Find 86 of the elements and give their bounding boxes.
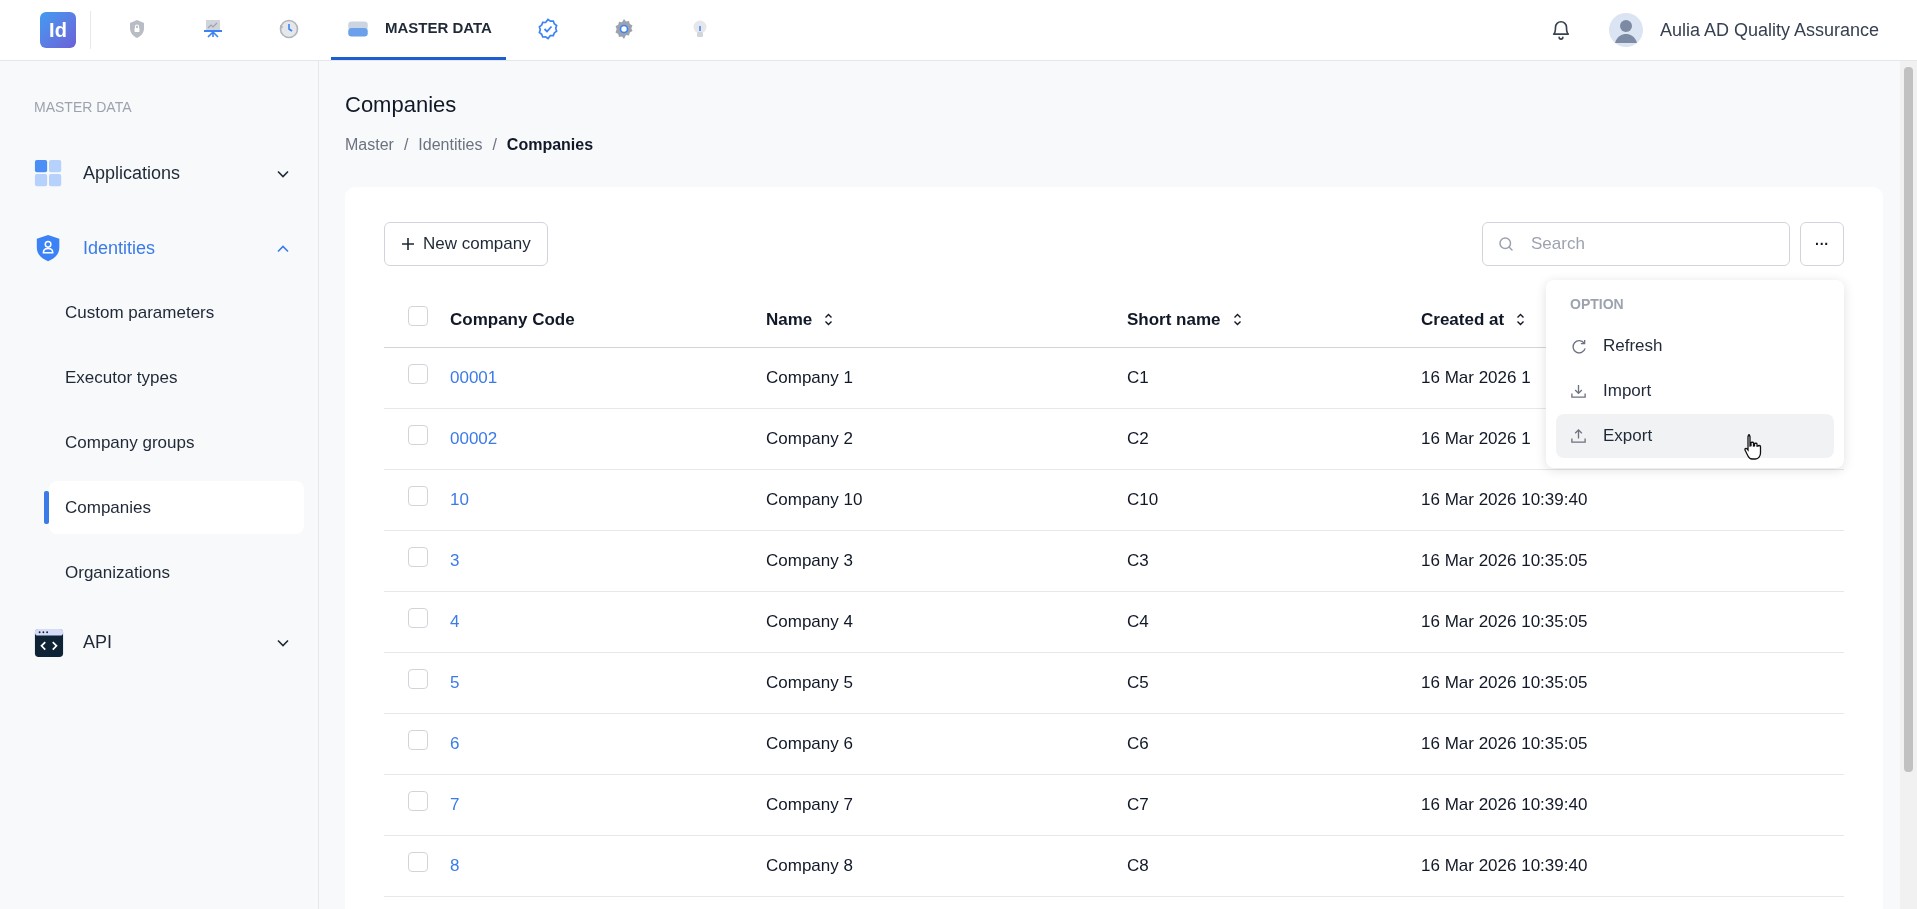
table-cell: C1 bbox=[1127, 367, 1149, 387]
row-checkbox[interactable] bbox=[408, 546, 428, 567]
sidebar-item[interactable]: Companies bbox=[49, 481, 304, 534]
more-options-button[interactable]: ··· bbox=[1800, 222, 1844, 266]
row-checkbox[interactable] bbox=[408, 851, 428, 872]
sort-icon bbox=[1232, 312, 1242, 326]
plus-icon bbox=[401, 237, 415, 251]
menu-item[interactable]: Export bbox=[1556, 414, 1834, 458]
table-cell: Company 8 bbox=[766, 855, 853, 875]
row-checkbox[interactable] bbox=[408, 729, 428, 750]
row-checkbox[interactable] bbox=[408, 668, 428, 689]
upload-icon bbox=[1570, 427, 1587, 445]
search-field[interactable]: Search bbox=[1482, 222, 1790, 266]
table-cell: C8 bbox=[1127, 855, 1149, 875]
company-code-link[interactable]: 00001 bbox=[450, 367, 498, 387]
company-code-link[interactable]: 5 bbox=[450, 672, 460, 692]
sidebar-group[interactable]: Applications bbox=[34, 136, 304, 211]
sort-icon bbox=[824, 312, 834, 326]
table-cell: 16 Mar 2026 10:35:05 bbox=[1421, 733, 1588, 753]
table-cell: 16 Mar 2026 1 bbox=[1421, 428, 1531, 448]
breadcrumb-link[interactable]: Master bbox=[345, 133, 394, 157]
breadcrumb-separator: / bbox=[492, 135, 497, 155]
page-title: Companies bbox=[345, 91, 458, 119]
row-checkbox[interactable] bbox=[408, 485, 428, 506]
table-cell: Company 2 bbox=[766, 428, 853, 448]
apps-grid-icon bbox=[34, 158, 64, 189]
table-cell: 16 Mar 2026 10:35:05 bbox=[1421, 672, 1588, 692]
table-cell: C2 bbox=[1127, 428, 1149, 448]
app-logo[interactable]: Id bbox=[40, 12, 76, 48]
code-window-icon bbox=[34, 627, 64, 658]
table-cell: Company 4 bbox=[766, 611, 853, 631]
table-cell: Company 3 bbox=[766, 550, 853, 570]
table-cell: C6 bbox=[1127, 733, 1149, 753]
breadcrumb-link[interactable]: Identities bbox=[418, 133, 483, 157]
column-header[interactable]: Name bbox=[766, 306, 834, 332]
table-cell: 16 Mar 2026 10:39:40 bbox=[1421, 794, 1588, 814]
user-avatar[interactable] bbox=[1607, 12, 1644, 48]
hand-cursor-icon bbox=[1743, 433, 1763, 461]
table-cell: 16 Mar 2026 10:39:40 bbox=[1421, 855, 1588, 875]
row-checkbox[interactable] bbox=[408, 424, 428, 445]
table-cell: Company 7 bbox=[766, 794, 853, 814]
company-code-link[interactable]: 7 bbox=[450, 794, 460, 814]
download-icon bbox=[1570, 382, 1587, 400]
company-code-link[interactable]: 00002 bbox=[450, 428, 498, 448]
user-name: Aulia AD Quality Assurance bbox=[1659, 18, 1879, 42]
select-all-checkbox[interactable] bbox=[408, 305, 428, 326]
sidebar-item[interactable]: Custom parameters bbox=[49, 286, 304, 339]
column-header[interactable]: Created at bbox=[1421, 306, 1526, 332]
company-code-link[interactable]: 10 bbox=[450, 489, 469, 509]
table-cell: 16 Mar 2026 1 bbox=[1421, 367, 1531, 387]
column-header[interactable]: Short name bbox=[1127, 306, 1242, 332]
breadcrumb-current: Companies bbox=[506, 135, 594, 155]
table-cell: C3 bbox=[1127, 550, 1149, 570]
breadcrumb-separator: / bbox=[403, 135, 409, 155]
table-cell: C7 bbox=[1127, 794, 1149, 814]
company-code-link[interactable]: 3 bbox=[450, 550, 460, 570]
table-cell: Company 1 bbox=[766, 367, 853, 387]
table-cell: Company 10 bbox=[766, 489, 863, 509]
search-icon bbox=[1497, 235, 1515, 253]
sidebar-group[interactable]: Identities bbox=[34, 211, 304, 286]
table-cell: C5 bbox=[1127, 672, 1149, 692]
new-company-button[interactable]: New company bbox=[384, 222, 548, 266]
company-code-link[interactable]: 6 bbox=[450, 733, 460, 753]
table-cell: 16 Mar 2026 10:35:05 bbox=[1421, 550, 1588, 570]
sidebar-item[interactable]: Executor types bbox=[49, 351, 304, 404]
company-code-link[interactable]: 4 bbox=[450, 611, 460, 631]
sidebar-section-label: MASTER DATA bbox=[34, 98, 133, 117]
scrollbar[interactable] bbox=[1900, 61, 1917, 909]
table-cell: Company 6 bbox=[766, 733, 853, 753]
menu-header: OPTION bbox=[1569, 295, 1625, 314]
column-header: Company Code bbox=[450, 308, 575, 331]
sidebar-item[interactable]: Organizations bbox=[49, 546, 304, 599]
table-cell: 16 Mar 2026 10:35:05 bbox=[1421, 611, 1588, 631]
sidebar-group[interactable]: API bbox=[34, 605, 304, 680]
row-checkbox[interactable] bbox=[408, 607, 428, 628]
refresh-icon bbox=[1570, 337, 1587, 355]
verified-badge-icon bbox=[535, 16, 560, 41]
table-cell: C4 bbox=[1127, 611, 1149, 631]
table-cell: C10 bbox=[1127, 489, 1159, 509]
sidebar-item[interactable]: Company groups bbox=[49, 416, 304, 469]
table-cell: 16 Mar 2026 10:39:40 bbox=[1421, 489, 1588, 509]
sort-icon bbox=[1516, 312, 1526, 326]
row-checkbox[interactable] bbox=[408, 363, 428, 384]
company-code-link[interactable]: 8 bbox=[450, 855, 460, 875]
table-cell: Company 5 bbox=[766, 672, 853, 692]
row-checkbox[interactable] bbox=[408, 790, 428, 811]
